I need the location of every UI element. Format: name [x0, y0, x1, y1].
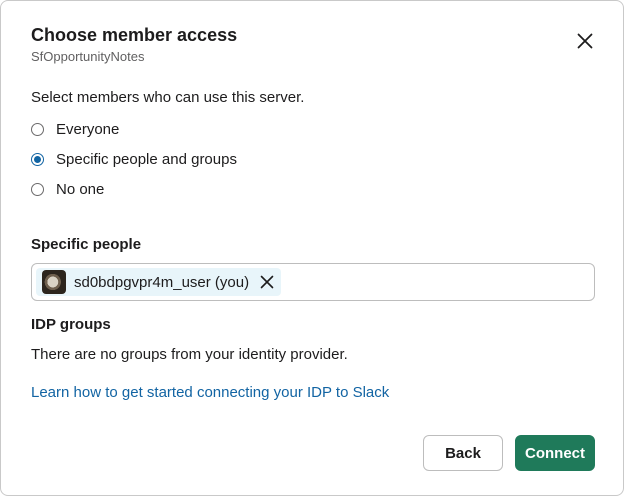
access-prompt: Select members who can use this server. — [31, 89, 305, 106]
connect-button[interactable]: Connect — [515, 435, 595, 471]
radio-no-one[interactable]: No one — [31, 181, 104, 198]
close-icon — [260, 275, 274, 289]
radio-label-everyone: Everyone — [56, 121, 120, 138]
member-access-dialog: Choose member access SfOpportunityNotes … — [0, 0, 624, 496]
remove-user-button[interactable] — [259, 274, 275, 290]
dialog-title: Choose member access — [31, 25, 238, 45]
back-button[interactable]: Back — [423, 435, 503, 471]
user-chip-label: sd0bdpgvpr4m_user (you) — [74, 273, 250, 291]
radio-button-selected[interactable] — [31, 153, 44, 166]
idp-groups-heading: IDP groups — [31, 316, 111, 333]
people-picker-input[interactable]: sd0bdpgvpr4m_user (you) — [31, 263, 595, 301]
radio-label-no-one: No one — [56, 181, 105, 198]
dialog-subtitle: SfOpportunityNotes — [31, 49, 145, 64]
radio-button[interactable] — [31, 183, 44, 196]
close-icon — [577, 33, 593, 49]
radio-label-specific: Specific people and groups — [56, 151, 237, 168]
user-chip: sd0bdpgvpr4m_user (you) — [36, 268, 282, 296]
idp-learn-link[interactable]: Learn how to get started connecting your… — [31, 384, 389, 401]
radio-everyone[interactable]: Everyone — [31, 121, 119, 138]
radio-specific-people-and-groups[interactable]: Specific people and groups — [31, 151, 237, 168]
idp-empty-text: There are no groups from your identity p… — [31, 346, 348, 363]
avatar — [42, 270, 66, 294]
specific-people-heading: Specific people — [31, 236, 142, 253]
radio-button[interactable] — [31, 123, 44, 136]
close-button[interactable] — [571, 27, 599, 55]
